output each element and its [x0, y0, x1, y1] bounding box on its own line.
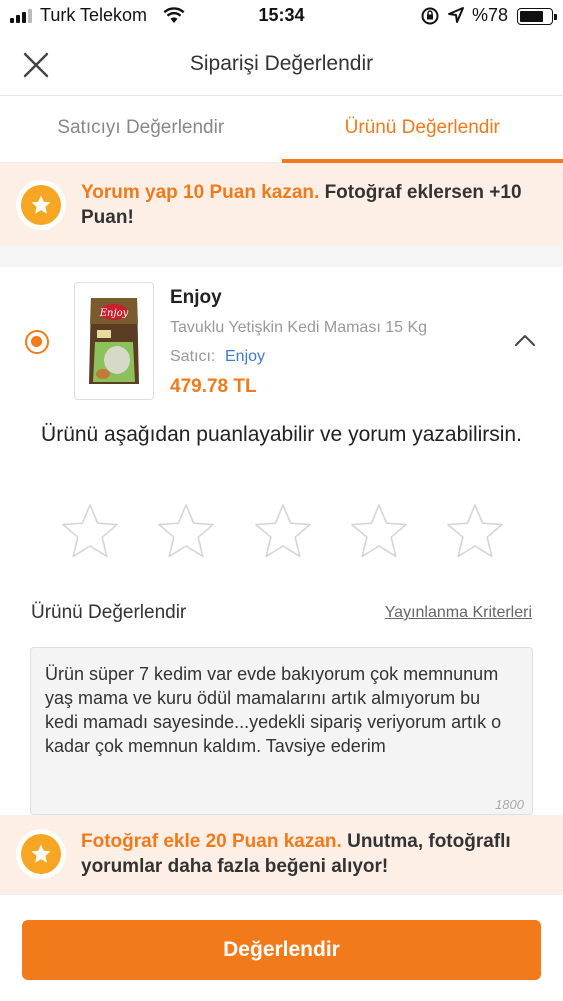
review-textarea[interactable]: Ürün süper 7 kedim var evde bakıyorum ço… — [30, 647, 533, 815]
battery-icon — [517, 8, 557, 25]
cat-food-bag-image: Enjoy — [89, 298, 139, 384]
tab-rate-product[interactable]: Ürünü Değerlendir — [281, 97, 563, 163]
product-brand: Enjoy — [170, 287, 222, 308]
footer: Değerlendir — [0, 894, 563, 1001]
points-badge — [16, 180, 66, 230]
rotation-lock-icon — [421, 7, 439, 25]
rating-instruction: Ürünü aşağıdan puanlayabilir ve yorum ya… — [41, 423, 522, 446]
promo-text: Fotoğraf ekle 20 Puan kazan. Unutma, fot… — [81, 829, 547, 879]
product-image[interactable]: Enjoy — [74, 282, 154, 400]
rating-star-3[interactable] — [253, 502, 313, 562]
promo-text: Yorum yap 10 Puan kazan. Fotoğraf eklers… — [81, 180, 547, 230]
promo-banner-top: Yorum yap 10 Puan kazan. Fotoğraf eklers… — [0, 163, 563, 245]
product-price: 479.78 TL — [170, 376, 257, 397]
nav-bar: Siparişi Değerlendir — [0, 32, 563, 96]
points-badge — [16, 829, 66, 879]
battery-percent: %78 — [472, 5, 509, 25]
star-rating — [60, 502, 505, 562]
section-divider — [0, 245, 563, 267]
rating-star-2[interactable] — [156, 502, 216, 562]
tab-rate-seller[interactable]: Satıcıyı Değerlendir — [0, 97, 282, 162]
review-section-label: Ürünü Değerlendir — [31, 602, 187, 623]
page-title: Siparişi Değerlendir — [189, 52, 374, 75]
promo-banner-bottom: Fotoğraf ekle 20 Puan kazan. Unutma, fot… — [0, 815, 563, 894]
product-select-radio[interactable] — [25, 330, 49, 354]
close-icon[interactable] — [22, 51, 50, 79]
seller-label: Satıcı: — [170, 348, 216, 365]
rating-star-4[interactable] — [349, 502, 409, 562]
rating-star-5[interactable] — [445, 502, 505, 562]
star-icon — [31, 844, 51, 863]
character-counter: 1800 — [495, 797, 524, 812]
star-icon — [31, 195, 51, 214]
chevron-up-icon[interactable] — [512, 330, 538, 350]
status-bar: Turk Telekom 15:34 %78 — [0, 0, 563, 32]
promo-highlight: Yorum yap 10 Puan kazan. — [81, 182, 320, 203]
location-icon — [448, 7, 464, 23]
svg-text:Enjoy: Enjoy — [99, 308, 129, 319]
rating-star-1[interactable] — [60, 502, 120, 562]
submit-review-button[interactable]: Değerlendir — [22, 920, 541, 980]
publishing-criteria-link[interactable]: Yayınlanma Kriterleri — [385, 604, 532, 622]
promo-highlight: Fotoğraf ekle 20 Puan kazan. — [81, 831, 342, 852]
tab-bar: Satıcıyı Değerlendir Ürünü Değerlendir — [0, 97, 563, 163]
seller-link[interactable]: Enjoy — [225, 348, 265, 366]
product-name: Tavuklu Yetişkin Kedi Maması 15 Kg — [170, 319, 428, 336]
